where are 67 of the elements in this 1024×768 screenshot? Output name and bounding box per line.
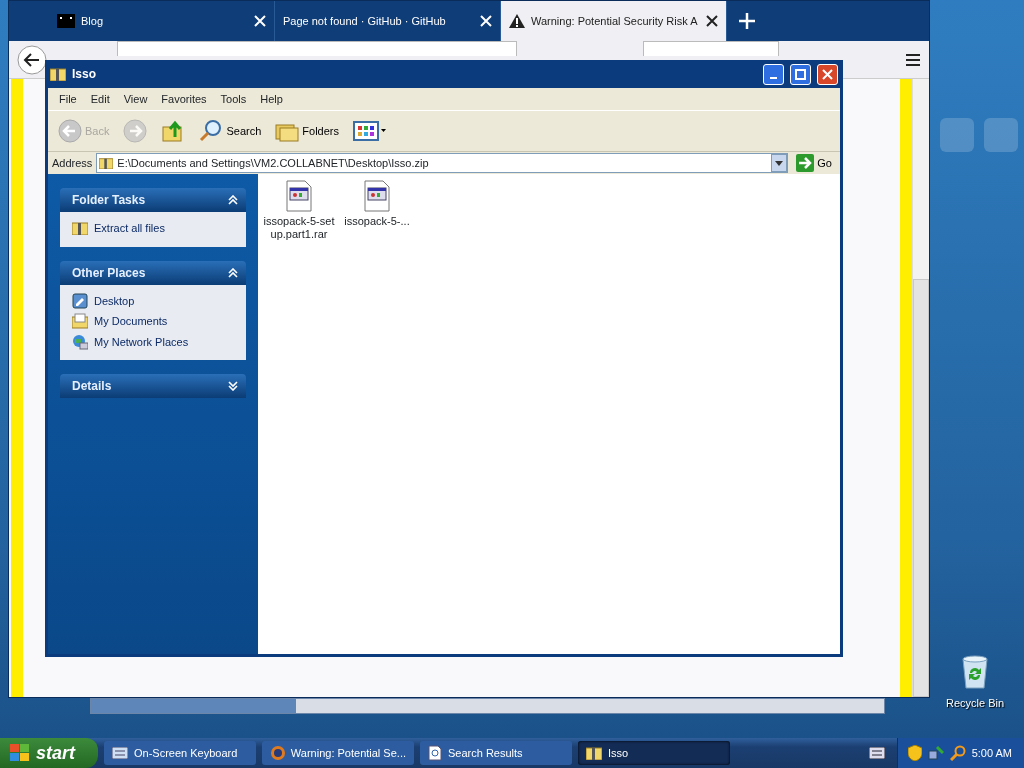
task-link[interactable]: Desktop	[72, 292, 234, 309]
close-icon[interactable]	[706, 15, 718, 27]
site-icon	[57, 14, 75, 28]
panel-header[interactable]: Other Places	[60, 260, 246, 285]
go-arrow-icon	[796, 154, 815, 172]
minimize-button[interactable]	[763, 63, 784, 85]
menu-item[interactable]: Help	[253, 90, 290, 108]
menu-item[interactable]: View	[116, 90, 155, 108]
dropdown-arrow-icon	[775, 160, 784, 166]
panel-header[interactable]: Folder Tasks	[60, 188, 246, 212]
clock: 5:00 AM	[971, 745, 1012, 761]
menu-item[interactable]: File	[52, 90, 84, 108]
task-link[interactable]: Extract all files	[72, 220, 234, 237]
file-icon	[364, 180, 390, 212]
folders-button[interactable]: Folders	[271, 117, 343, 145]
url-field[interactable]	[117, 41, 517, 56]
desktop-icon	[72, 292, 88, 309]
search-icon	[199, 119, 224, 143]
taskbar-button[interactable]: Warning: Potential Se...	[262, 741, 414, 765]
taskbar-button[interactable]: Search Results	[420, 741, 572, 765]
warning-icon	[509, 14, 525, 28]
wallpaper-tile	[940, 118, 974, 152]
desktop-icon-label[interactable]: Recycle Bin	[945, 695, 1005, 712]
search-button[interactable]: Search	[195, 116, 266, 146]
shield-icon[interactable]	[907, 745, 922, 761]
menu-icon[interactable]	[905, 52, 921, 67]
start-button[interactable]: start	[0, 738, 98, 768]
zip-folder-icon	[72, 221, 88, 236]
close-button[interactable]	[817, 63, 838, 85]
zip-folder-icon	[586, 746, 602, 760]
taskbar-button[interactable]: On-Screen Keyboard	[104, 741, 256, 765]
menu-item[interactable]: Edit	[83, 90, 117, 108]
search-field[interactable]	[643, 41, 779, 56]
task-link[interactable]: My Documents	[72, 313, 234, 330]
address-label: Address	[52, 155, 93, 171]
archive-entry[interactable]: issopack-5-...	[340, 180, 414, 229]
archive-entry[interactable]: issopack-5-setup.part1.rar	[262, 180, 336, 242]
windows-logo-icon	[10, 744, 30, 762]
recycle-bin-icon[interactable]	[960, 655, 990, 689]
collapse-icon[interactable]	[228, 195, 238, 205]
expand-icon[interactable]	[228, 381, 238, 391]
file-icon	[286, 180, 312, 212]
menu-item[interactable]: Tools	[213, 90, 254, 108]
zip-folder-icon	[99, 157, 114, 169]
folder-icon	[72, 313, 88, 330]
browser-tab[interactable]: Warning: Potential Security Risk A	[501, 1, 727, 41]
zip-folder-icon	[50, 67, 66, 81]
window-title: Isso	[72, 66, 97, 83]
views-icon	[353, 120, 387, 142]
maximize-icon	[795, 68, 806, 80]
address-field[interactable]: E:\Documents and Settings\VM2.COLLABNET\Desktop\Isso.zip	[96, 153, 789, 173]
browser-icon	[270, 745, 285, 761]
menu-item[interactable]: Favorites	[154, 90, 214, 108]
panel-header[interactable]: Details	[60, 374, 246, 398]
collapse-icon[interactable]	[228, 267, 238, 278]
network-icon[interactable]	[927, 745, 944, 761]
wallpaper-tile	[984, 118, 1018, 152]
maximize-button[interactable]	[790, 63, 811, 85]
network-icon	[72, 333, 88, 350]
keyboard-icon	[112, 747, 128, 759]
scrollbar[interactable]	[912, 79, 929, 697]
search-icon[interactable]	[949, 745, 966, 761]
document-search-icon	[428, 745, 442, 761]
close-icon	[822, 68, 833, 80]
taskbar-button[interactable]: Isso	[578, 741, 730, 765]
keyboard-icon[interactable]	[868, 747, 885, 759]
task-link[interactable]: My Network Places	[72, 333, 234, 350]
